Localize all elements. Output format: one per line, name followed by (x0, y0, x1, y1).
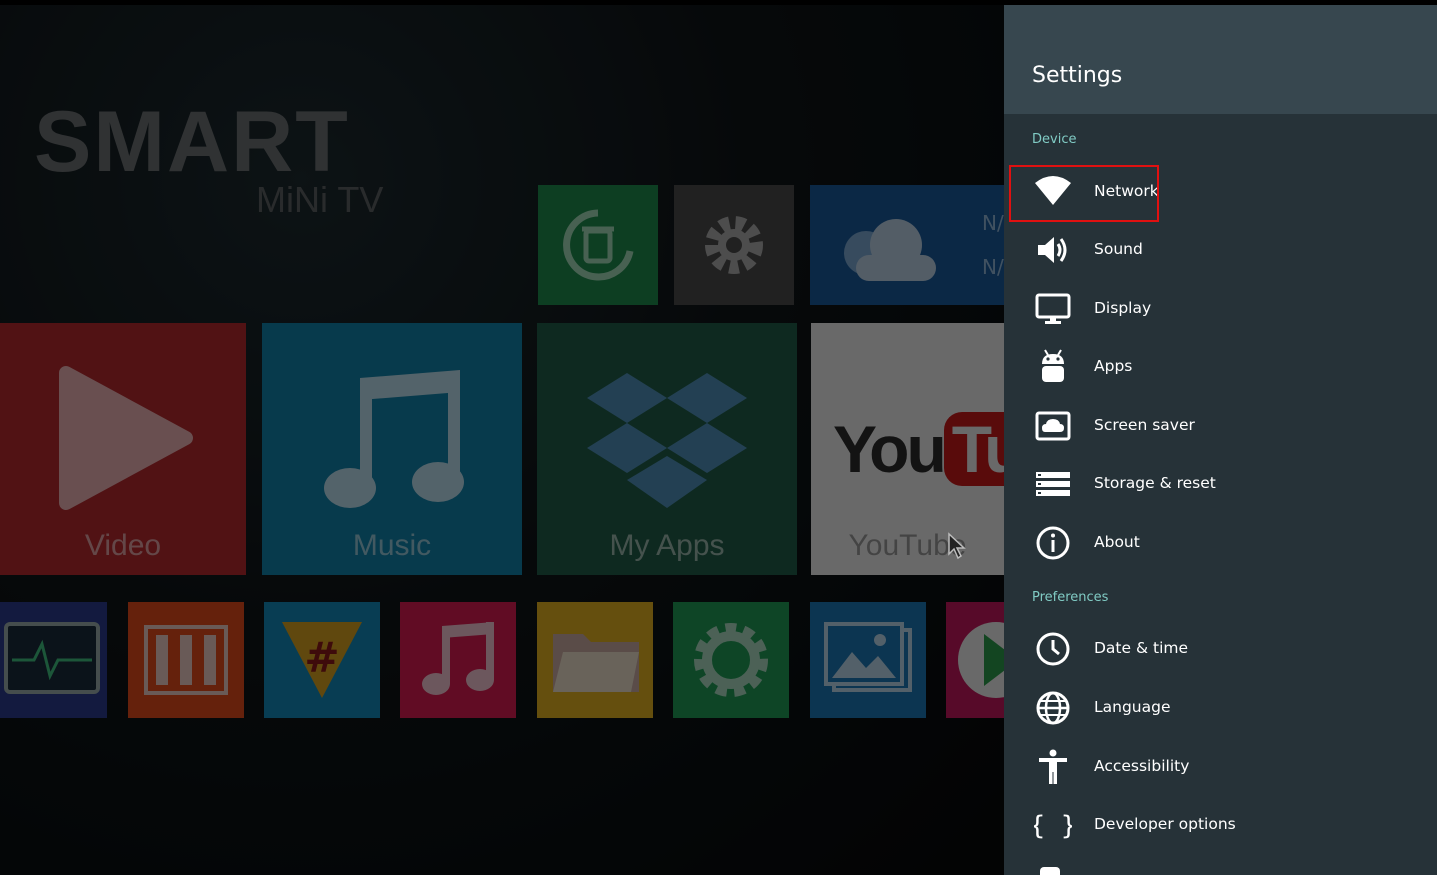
logo-main-text: SMART (34, 94, 350, 190)
gear-small-icon (694, 623, 768, 697)
folder-icon (553, 634, 639, 692)
globe-icon (1036, 691, 1070, 725)
settings-item-storage-reset[interactable]: Storage & reset (1008, 456, 1433, 512)
smart-mini-tv-logo: SMART MiNi TV (34, 93, 394, 233)
settings-item-date-time[interactable]: Date & time (1008, 621, 1433, 677)
app-play-store-tile[interactable] (946, 602, 1004, 718)
braces-icon: { } (1034, 811, 1072, 841)
video-label: Video (84, 529, 162, 562)
screen-saver-label: Screen saver (1094, 416, 1195, 434)
youtube-label: YouTube (848, 529, 967, 562)
android-icon (1042, 349, 1064, 382)
date-time-label: Date & time (1094, 639, 1189, 657)
about-label: About (1094, 533, 1140, 551)
settings-item-screen-saver[interactable]: Screen saver (1008, 398, 1433, 454)
accessibility-icon (1039, 749, 1067, 784)
settings-item-apps[interactable]: Apps (1008, 339, 1433, 395)
app-hashtag-tile[interactable]: # (264, 602, 380, 718)
clock-icon (1036, 632, 1070, 666)
dropbox-icon (587, 373, 747, 508)
network-label: Network (1094, 182, 1159, 200)
svg-text:#: # (304, 633, 339, 682)
app-music-tile[interactable] (400, 602, 516, 718)
screensaver-icon (1035, 411, 1071, 441)
display-label: Display (1094, 299, 1152, 317)
logo-sub-text: MiNi TV (256, 179, 384, 220)
settings-item-sound[interactable]: Sound (1008, 222, 1433, 278)
my-apps-label: My Apps (609, 529, 725, 562)
settings-item-accessibility[interactable]: Accessibility (1008, 739, 1433, 795)
music-tile[interactable]: Music (262, 323, 522, 575)
info-icon (1036, 526, 1070, 560)
apps-label: Apps (1094, 357, 1133, 375)
youtube-logo: YouTub (833, 411, 1004, 487)
play-store-icon (958, 622, 1004, 698)
cleaner-tile[interactable] (538, 185, 658, 305)
settings-item-developer-options[interactable]: { } Developer options (1008, 797, 1433, 853)
app-folder-tile[interactable] (537, 602, 653, 718)
storage-icon (1036, 472, 1070, 496)
hashtag-shield-icon: # (282, 622, 362, 698)
section-preferences: Preferences (1032, 590, 1109, 605)
music-note-small-icon (422, 622, 494, 695)
equalizer-icon (144, 625, 228, 695)
speaker-icon (1038, 237, 1067, 263)
weather-text-top: N/ (982, 211, 1004, 235)
launcher-background: SMART MiNi TV N/ N/ Video Music My Apps … (0, 5, 1004, 875)
music-note-icon (324, 370, 464, 508)
app-gear-tile[interactable] (673, 602, 789, 718)
storage-reset-label: Storage & reset (1094, 474, 1216, 492)
my-apps-tile[interactable]: My Apps (537, 323, 797, 575)
play-icon (59, 366, 193, 510)
cloud-icon (844, 219, 936, 281)
mouse-cursor-icon (948, 532, 966, 560)
heart-monitor-icon (4, 622, 100, 694)
settings-item-language[interactable]: Language (1008, 680, 1433, 736)
settings-title: Settings (1032, 63, 1123, 88)
app-gallery-tile[interactable] (810, 602, 926, 718)
svg-text:{ }: { } (1034, 811, 1072, 841)
settings-item-network[interactable]: Network (1008, 164, 1433, 220)
section-device: Device (1032, 132, 1077, 147)
settings-item-display[interactable]: Display (1008, 281, 1433, 337)
monitor-icon (1035, 293, 1071, 324)
settings-item-about[interactable]: About (1008, 515, 1433, 571)
music-label: Music (352, 529, 432, 562)
language-label: Language (1094, 698, 1171, 716)
trash-cleaner-icon (563, 209, 634, 281)
settings-panel: Settings Device Network Sound Display Ap… (1004, 5, 1437, 875)
youtube-tile[interactable]: YouTub YouTube (811, 323, 1004, 575)
developer-options-label: Developer options (1094, 815, 1236, 833)
weather-tile[interactable]: N/ N/ (810, 185, 1004, 305)
gear-icon (705, 216, 763, 274)
settings-tile[interactable] (674, 185, 794, 305)
video-tile[interactable]: Video (0, 323, 246, 575)
weather-text-bottom: N/ (982, 255, 1004, 279)
accessibility-label: Accessibility (1094, 757, 1190, 775)
next-item-icon-partial (1040, 867, 1060, 875)
app-monitor-tile[interactable] (0, 602, 107, 718)
wifi-icon (1035, 176, 1071, 205)
gallery-icon (824, 622, 912, 692)
sound-label: Sound (1094, 240, 1143, 258)
app-equalizer-tile[interactable] (128, 602, 244, 718)
settings-header: Settings (1004, 5, 1437, 114)
